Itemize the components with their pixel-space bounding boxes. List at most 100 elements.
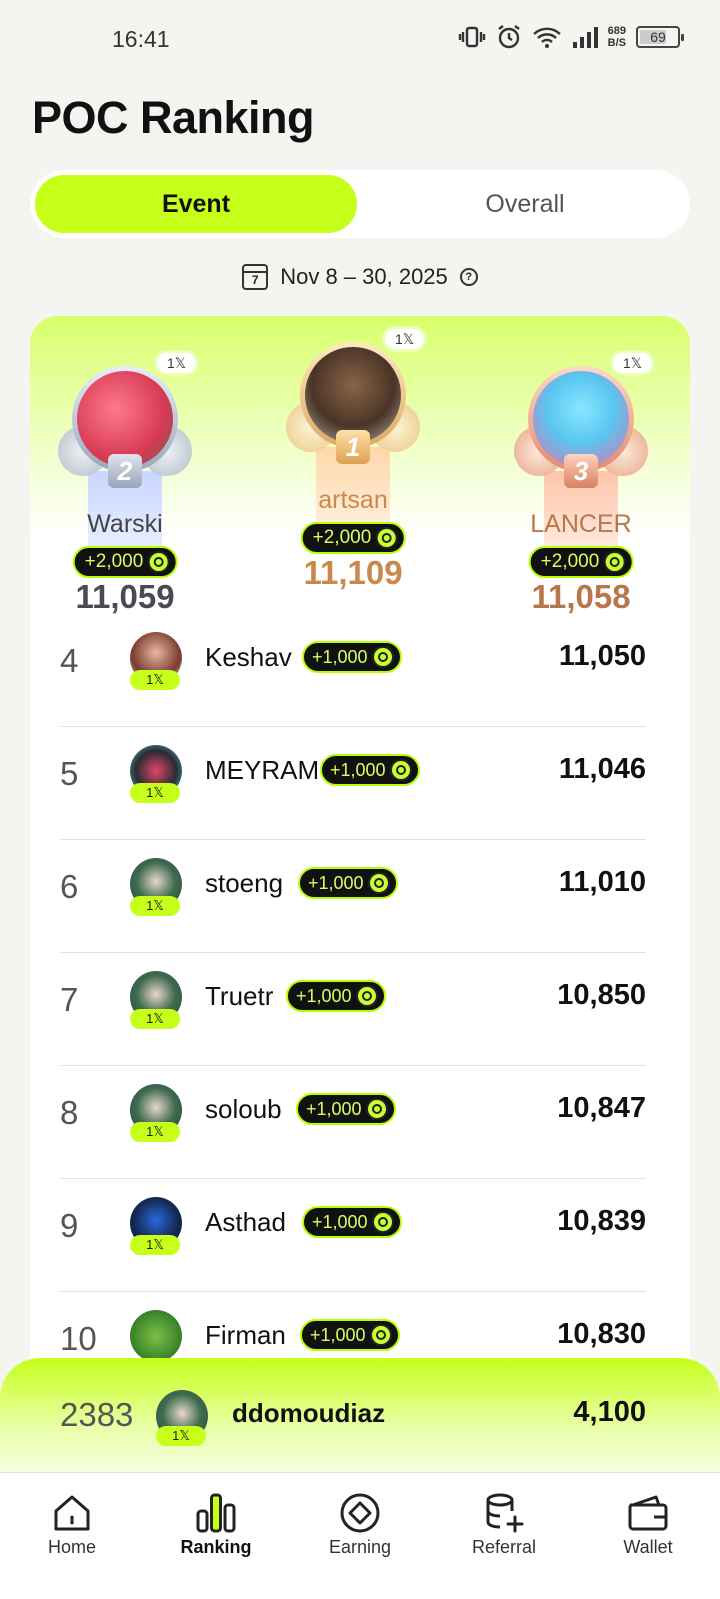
- nav-referral[interactable]: Referral: [432, 1473, 576, 1599]
- x-badge: 1𝕏: [610, 350, 656, 376]
- bonus-pill: +1,000: [298, 867, 398, 899]
- bonus-pill: +1,000: [300, 1319, 400, 1351]
- my-score: 4,100: [573, 1396, 646, 1428]
- bonus-amount: +2,000: [540, 551, 600, 572]
- user-score: 11,010: [558, 866, 646, 898]
- rank-number: 10: [60, 1320, 97, 1357]
- list-item[interactable]: 9 1𝕏 Asthad +1,000 10,839: [60, 1179, 646, 1292]
- network-speed: 689 B/S: [608, 25, 626, 49]
- nav-label: Wallet: [623, 1537, 673, 1557]
- my-user-name: ddomoudiaz: [232, 1398, 386, 1428]
- net-speed-unit: B/S: [607, 37, 626, 49]
- user-name: MEYRAM: [205, 755, 320, 785]
- user-score: 10,850: [557, 979, 646, 1011]
- bonus-amount: +1,000: [296, 985, 352, 1006]
- nav-home[interactable]: Home: [0, 1473, 144, 1599]
- referral-icon: [486, 1493, 524, 1533]
- rank-medal-icon: 2: [108, 454, 142, 488]
- user-name: soloub: [205, 1094, 282, 1124]
- coin-icon: [369, 1324, 392, 1346]
- coin-icon: [355, 985, 378, 1007]
- rank-number: 8: [60, 1094, 79, 1131]
- rank-number: 5: [60, 755, 79, 792]
- bonus-amount: +1,000: [310, 1324, 366, 1345]
- my-rank-number: 2383: [60, 1396, 134, 1433]
- wifi-icon: [532, 27, 561, 48]
- status-bar: 16:41 689 B/S 69: [0, 0, 720, 80]
- user-name: Asthad: [205, 1207, 286, 1237]
- battery-icon: 69: [636, 26, 684, 48]
- home-icon: [54, 1495, 90, 1531]
- x-badge: 1𝕏: [130, 896, 180, 916]
- my-rank-bar[interactable]: 2383 1𝕏 ddomoudiaz 4,100: [0, 1358, 720, 1472]
- vibrate-icon: [458, 26, 485, 48]
- nav-ranking[interactable]: Ranking: [144, 1473, 288, 1599]
- signal-icon: [572, 27, 598, 48]
- x-badge-label: 1𝕏: [167, 354, 187, 371]
- page-title: POC Ranking: [32, 92, 315, 143]
- nav-wallet[interactable]: Wallet: [576, 1473, 720, 1599]
- bonus-amount: +1,000: [312, 1211, 368, 1232]
- user-name: Keshav: [205, 642, 292, 672]
- x-badge: 1𝕏: [156, 1426, 206, 1446]
- nav-label: Home: [47, 1537, 96, 1557]
- podium-name: artsan: [318, 486, 388, 514]
- bottom-nav: Home Ranking Earning Referral Wallet: [0, 1472, 720, 1599]
- podium-first[interactable]: 1 1𝕏 artsan +2,000 11,109: [278, 326, 428, 592]
- podium-score: 11,059: [75, 578, 175, 615]
- podium-score: 11,058: [531, 578, 631, 615]
- list-item[interactable]: 7 1𝕏 Truetr +1,000 10,850: [60, 953, 646, 1066]
- x-badge: 1𝕏: [130, 670, 180, 690]
- list-item[interactable]: 6 1𝕏 stoeng +1,000 11,010: [60, 840, 646, 953]
- bonus-amount: +1,000: [312, 646, 368, 667]
- tab-event[interactable]: Event: [35, 175, 357, 233]
- nav-label: Earning: [328, 1537, 392, 1557]
- calendar-icon: 7: [242, 264, 269, 290]
- user-score: 11,046: [558, 753, 646, 785]
- battery-level: 69: [650, 29, 666, 45]
- avatar-image: [77, 371, 173, 467]
- rank-number: 9: [60, 1207, 79, 1244]
- user-name: stoeng: [205, 868, 284, 898]
- nav-earning[interactable]: Earning: [288, 1473, 432, 1599]
- coin-icon: [389, 759, 412, 781]
- coin-icon: [367, 872, 390, 894]
- net-speed-value: 689: [607, 25, 626, 37]
- list-item[interactable]: 8 1𝕏 soloub +1,000 10,847: [60, 1066, 646, 1179]
- date-range-text: Nov 8 – 30, 2025: [280, 264, 448, 289]
- coin-icon: [371, 646, 394, 668]
- earning-icon: [340, 1493, 380, 1533]
- list-item[interactable]: 4 1𝕏 Keshav +1,000 11,050: [60, 614, 646, 727]
- podium-name: Warski: [87, 510, 163, 538]
- help-icon[interactable]: ?: [459, 268, 478, 286]
- bonus-amount: +1,000: [308, 872, 364, 893]
- alarm-icon: [497, 25, 520, 49]
- status-time: 16:41: [112, 26, 170, 52]
- list-item[interactable]: 5 1𝕏 MEYRAM +1,000 11,046: [60, 727, 646, 840]
- bonus-pill: +1,000: [320, 754, 420, 786]
- coin-icon: [603, 551, 626, 573]
- bonus-pill: +2,000: [72, 546, 178, 578]
- x-badge: 1𝕏: [130, 1009, 180, 1029]
- x-badge-label: 1𝕏: [623, 354, 643, 371]
- date-range: 7 Nov 8 – 30, 2025 ?: [0, 264, 720, 290]
- rank-number: 7: [60, 981, 79, 1018]
- user-name: Truetr: [205, 981, 274, 1011]
- user-score: 10,847: [557, 1092, 646, 1124]
- x-badge-label: 1𝕏: [395, 330, 415, 347]
- podium-name: LANCER: [530, 510, 632, 538]
- user-name: Firman: [205, 1320, 286, 1350]
- user-score: 10,839: [557, 1205, 646, 1237]
- avatar: [130, 1310, 182, 1362]
- podium-score: 11,109: [303, 554, 403, 591]
- tab-overall[interactable]: Overall: [364, 175, 686, 233]
- nav-label: Referral: [471, 1537, 537, 1557]
- podium-third[interactable]: 3 1𝕏 LANCER +2,000 11,058: [506, 350, 656, 616]
- x-badge: 1𝕏: [130, 1235, 180, 1255]
- podium-second[interactable]: 2 1𝕏 Warski +2,000 11,059: [50, 350, 200, 616]
- bonus-pill: +1,000: [302, 641, 402, 673]
- x-badge: 1𝕏: [130, 783, 180, 803]
- bonus-amount: +2,000: [312, 527, 372, 548]
- x-badge: 1𝕏: [130, 1122, 180, 1142]
- status-icons: 689 B/S 69: [458, 24, 684, 50]
